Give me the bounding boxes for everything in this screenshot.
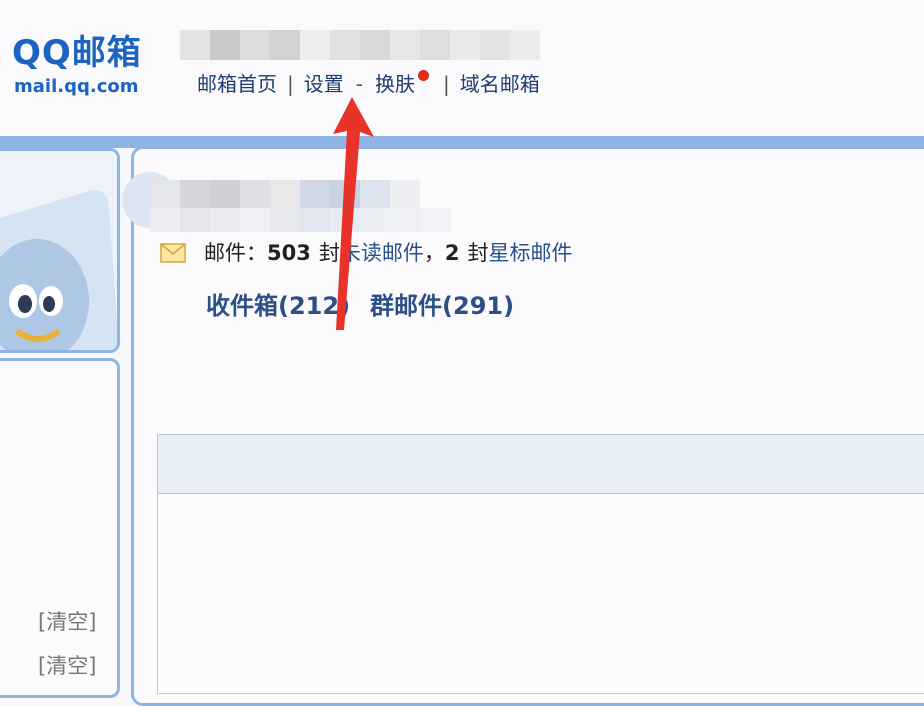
unread-mail-link[interactable]: 未读邮件 <box>340 238 424 268</box>
qq-penguin-illustration <box>0 151 117 350</box>
nav-change-skin[interactable]: 换肤 <box>375 70 415 98</box>
logo-url[interactable]: mail.qq.com <box>14 76 138 98</box>
table-header <box>158 435 924 494</box>
summary-prefix: 邮件： <box>204 241 267 265</box>
nav-separator: | <box>442 72 450 96</box>
sidebar-illustration-panel <box>0 148 120 353</box>
folder-links: 收件箱(212) 群邮件(291) <box>206 290 534 322</box>
header: QQ邮箱 mail.qq.com 邮箱首页 | 设置 - 换肤 | 域名邮箱 <box>0 0 924 136</box>
total-mail-count: 503 <box>267 241 311 265</box>
nav-settings[interactable]: 设置 <box>304 70 344 98</box>
blurred-greeting-lower <box>150 208 450 232</box>
count-unit: 封 <box>467 241 489 265</box>
notification-dot <box>417 69 429 81</box>
clear-button[interactable]: [清空] <box>38 608 96 636</box>
logo-title[interactable]: QQ邮箱 <box>12 32 154 74</box>
mail-summary: 邮件： 503 封 未读邮件 ， 2 封 星标邮件 <box>160 238 572 268</box>
nav-dash: - <box>355 72 363 96</box>
starred-mail-count: 2 <box>444 241 460 265</box>
count-unit: 封 <box>318 241 340 265</box>
top-navigation: 邮箱首页 | 设置 - 换肤 | 域名邮箱 <box>197 69 540 98</box>
blurred-greeting <box>150 180 420 208</box>
nav-domain-mail[interactable]: 域名邮箱 <box>460 70 540 98</box>
inbox-link[interactable]: 收件箱(212) <box>206 290 350 322</box>
envelope-icon <box>160 243 186 263</box>
group-mail-link[interactable]: 群邮件(291) <box>370 290 514 322</box>
nav-mail-home[interactable]: 邮箱首页 <box>197 70 277 98</box>
content-table <box>157 434 924 694</box>
sidebar-folder-panel <box>0 358 120 698</box>
starred-mail-link[interactable]: 星标邮件 <box>488 238 572 268</box>
blurred-username <box>180 30 540 60</box>
clear-button[interactable]: [清空] <box>38 652 96 680</box>
nav-separator: | <box>287 72 294 96</box>
summary-comma: ， <box>423 241 445 265</box>
